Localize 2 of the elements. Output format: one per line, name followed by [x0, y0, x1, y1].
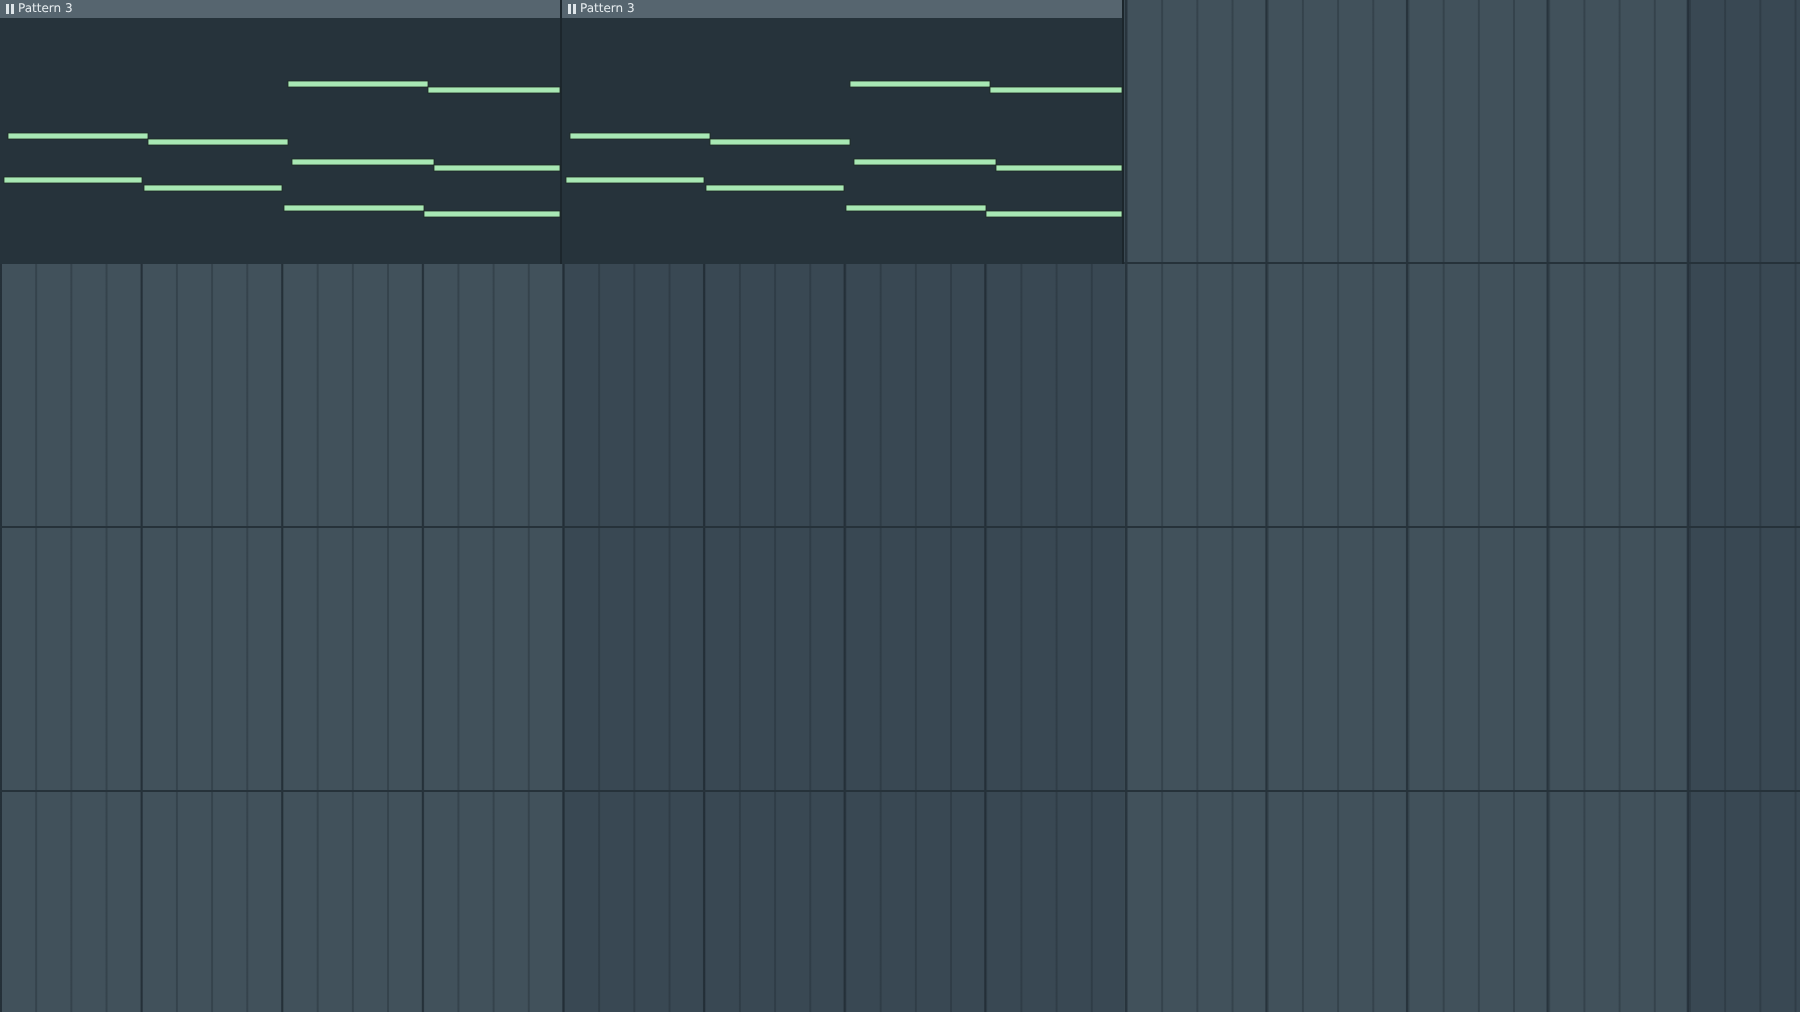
pattern-icon	[568, 4, 576, 14]
pattern-icon	[6, 4, 14, 14]
